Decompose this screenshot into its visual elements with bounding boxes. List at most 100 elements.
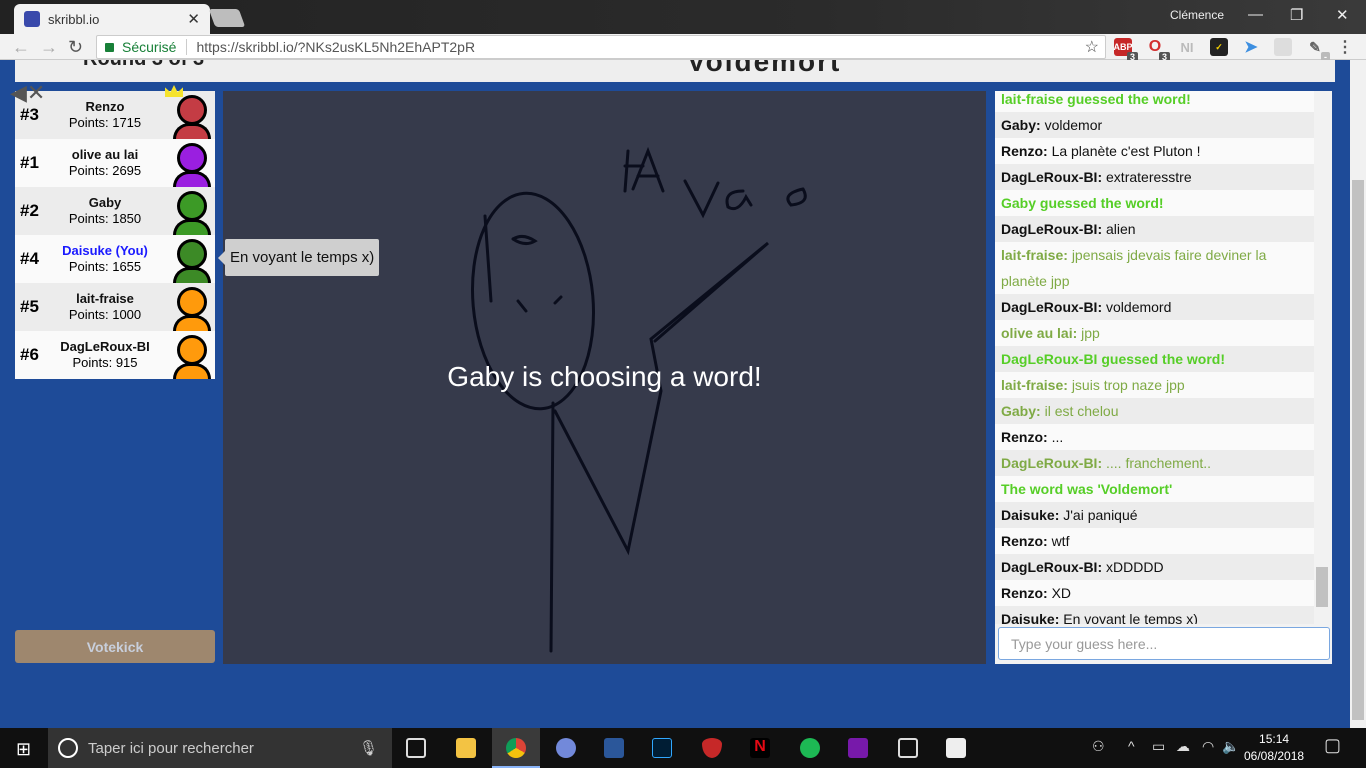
spotify-icon[interactable] <box>800 738 820 758</box>
menu-icon[interactable]: ⋮ <box>1336 38 1354 56</box>
player-avatar <box>171 143 211 187</box>
player-points: Points: 1655 <box>68 259 142 274</box>
mute-sound-icon[interactable]: ◀✕ <box>10 80 45 106</box>
netflix-icon[interactable]: N <box>750 738 770 758</box>
taskbar-search[interactable]: Taper ici pour rechercher 🎙 <box>48 728 392 768</box>
chat-message: Gaby guessed the word! <box>995 190 1314 216</box>
norton-extension-icon[interactable]: ✓ <box>1210 38 1228 56</box>
player-row[interactable]: #5 lait-fraise Points: 1000 <box>15 283 215 331</box>
opera-extension-icon[interactable]: O3 <box>1146 38 1170 62</box>
message-text: La planète c'est Pluton ! <box>1051 143 1201 159</box>
player-points: Points: 1000 <box>68 307 142 322</box>
mail-icon[interactable] <box>946 738 966 758</box>
forward-icon[interactable]: → <box>40 37 58 58</box>
player-name: Renzo <box>85 99 125 114</box>
avatar-body <box>173 363 211 379</box>
player-info: Daisuke (You) Points: 1655 <box>53 243 157 275</box>
close-tab-icon[interactable]: ✕ <box>187 10 200 28</box>
message-text: ... <box>1051 429 1064 445</box>
secure-label: Sécurisé <box>122 39 177 55</box>
message-text: il est chelou <box>1044 403 1119 419</box>
divider <box>186 39 188 55</box>
url-text[interactable]: https://skribbl.io/?NKs2usKL5Nh2EhAPT2pR <box>196 39 475 55</box>
onedrive-icon[interactable]: ☁ <box>1176 738 1190 755</box>
chat-message: lait-fraise: jpensais jdevais faire devi… <box>995 242 1314 294</box>
show-hidden-icons[interactable]: ^ <box>1128 738 1135 754</box>
message-author: lait-fraise: <box>1001 377 1068 393</box>
chat-message: lait-fraise guessed the word! <box>995 91 1314 112</box>
player-name: olive au lai <box>71 147 139 162</box>
chat-message: Renzo: ... <box>995 424 1314 450</box>
eyedropper-extension-icon[interactable]: ✎ - <box>1306 38 1330 62</box>
message-author: olive au lai: <box>1001 325 1078 341</box>
avatar-head <box>177 143 207 173</box>
word-icon[interactable] <box>604 738 624 758</box>
taskbar-clock[interactable]: 15:14 06/08/2018 <box>1244 731 1304 765</box>
player-avatar <box>171 191 211 235</box>
battery-icon[interactable]: ▭ <box>1152 738 1165 755</box>
task-view-icon[interactable] <box>406 738 426 758</box>
new-tab-button[interactable] <box>208 9 246 27</box>
onenote-icon[interactable] <box>848 738 868 758</box>
avatar-head <box>177 287 207 317</box>
lock-icon <box>105 42 114 52</box>
windows-start-icon[interactable]: ⊞ <box>16 739 31 760</box>
player-row[interactable]: #6 DagLeRoux-BI Points: 915 <box>15 331 215 379</box>
close-window-icon[interactable]: ✕ <box>1336 6 1349 24</box>
discord-icon[interactable] <box>556 738 576 758</box>
adblock-extension-icon[interactable]: ABP 3 <box>1114 38 1138 62</box>
avatar-head <box>177 335 207 365</box>
chat-message: DagLeRoux-BI guessed the word! <box>995 346 1314 372</box>
people-icon[interactable]: ⚇ <box>1092 738 1105 755</box>
message-text: DagLeRoux-BI guessed the word! <box>1001 351 1226 367</box>
gray-extension-icon[interactable] <box>1274 38 1292 56</box>
avatar-body <box>173 171 211 187</box>
minimize-icon[interactable]: — <box>1248 6 1263 23</box>
file-explorer-icon[interactable] <box>456 738 476 758</box>
avatar-head <box>177 191 207 221</box>
votekick-button[interactable]: Votekick <box>15 630 215 663</box>
message-text: extrateresstre <box>1106 169 1192 185</box>
microphone-icon[interactable]: 🎙 <box>359 739 378 757</box>
chat-message: lait-fraise: jsuis trop naze jpp <box>995 372 1314 398</box>
photoshop-icon[interactable] <box>652 738 672 758</box>
drawing-canvas[interactable]: Gaby is choosing a word! <box>223 91 986 664</box>
player-row[interactable]: #1 olive au lai Points: 2695 <box>15 139 215 187</box>
restore-icon[interactable]: ❐ <box>1290 6 1303 24</box>
browser-tab[interactable]: skribbl.io ✕ <box>14 4 210 34</box>
guess-input[interactable] <box>998 627 1330 660</box>
profile-name[interactable]: Clémence <box>1170 8 1224 22</box>
page-scrollbar-thumb[interactable] <box>1352 180 1364 720</box>
chat-scrollbar[interactable] <box>1314 91 1330 624</box>
player-info: olive au lai Points: 2695 <box>53 147 157 179</box>
player-row[interactable]: #4 Daisuke (You) Points: 1655 <box>15 235 215 283</box>
arrow-extension-icon[interactable]: ➤ <box>1242 38 1260 56</box>
wifi-icon[interactable]: ◠ <box>1202 738 1214 755</box>
chat-bubble: En voyant le temps x) <box>217 239 380 276</box>
player-points: Points: 1715 <box>68 115 142 130</box>
message-text: .... franchement.. <box>1106 455 1212 471</box>
address-bar[interactable]: Sécurisé https://skribbl.io/?NKs2usKL5Nh… <box>96 35 1106 59</box>
volume-icon[interactable]: 🔈 <box>1222 738 1239 755</box>
player-list: #3 Renzo Points: 1715 #1 olive au lai Poin… <box>15 85 215 379</box>
message-author: Renzo: <box>1001 533 1048 549</box>
chat-message: DagLeRoux-BI: extrateresstre <box>995 164 1314 190</box>
reload-icon[interactable]: ↻ <box>68 37 83 58</box>
page-scrollbar[interactable] <box>1350 60 1366 728</box>
avatar-head <box>177 95 207 125</box>
chrome-icon <box>506 738 526 758</box>
search-placeholder: Taper ici pour rechercher <box>88 739 254 757</box>
action-center-icon[interactable]: ▢ <box>1324 735 1341 756</box>
chat-scrollbar-thumb[interactable] <box>1316 567 1328 607</box>
date: 06/08/2018 <box>1244 749 1305 763</box>
back-icon[interactable]: ← <box>12 37 30 58</box>
player-points: Points: 915 <box>72 355 138 370</box>
bookmark-star-icon[interactable]: ☆ <box>1085 37 1099 57</box>
player-info: Gaby Points: 1850 <box>53 195 157 227</box>
calculator-icon[interactable] <box>898 738 918 758</box>
player-info: Renzo Points: 1715 <box>53 99 157 131</box>
ni-extension-icon[interactable]: NI <box>1178 38 1196 56</box>
player-row[interactable]: #2 Gaby Points: 1850 <box>15 187 215 235</box>
time: 15:14 <box>1259 732 1290 746</box>
chrome-taskbar-button[interactable] <box>492 728 540 768</box>
